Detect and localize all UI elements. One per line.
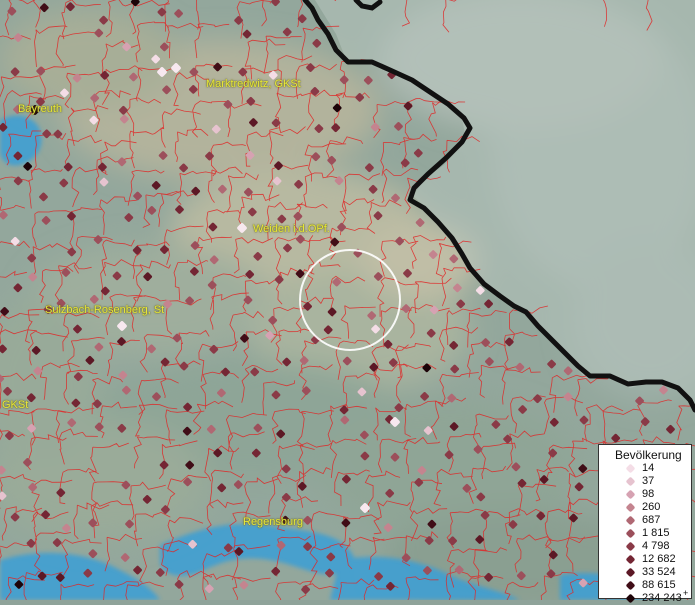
- legend-label: 687: [642, 514, 661, 526]
- population-map[interactable]: [0, 0, 695, 600]
- legend-label: 260: [642, 501, 661, 513]
- legend-item: 98: [599, 488, 691, 501]
- legend-item: 33 524: [599, 566, 691, 579]
- legend-label: 234 243: [642, 592, 682, 604]
- legend-swatch-icon: [625, 476, 636, 487]
- legend-label: 88 615: [642, 579, 676, 591]
- legend-swatch-icon: [625, 489, 636, 500]
- legend-label: 4 798: [642, 540, 670, 552]
- legend-item: 88 615: [599, 579, 691, 592]
- legend-item: 4 798: [599, 540, 691, 553]
- legend-title: Bevölkerung: [615, 448, 682, 462]
- place-label-weiden[interactable]: Weiden i.d.OPf.: [253, 223, 330, 235]
- legend-item: 687: [599, 514, 691, 527]
- terrain-background: [0, 0, 695, 600]
- legend-swatch-icon: [625, 502, 636, 513]
- legend-swatch-icon: [625, 580, 636, 591]
- legend-item: 14: [599, 462, 691, 475]
- legend-swatch-icon: [625, 541, 636, 552]
- place-label-regensburg[interactable]: Regensburg: [243, 516, 303, 528]
- legend-label: 98: [642, 488, 655, 500]
- legend-overflow-marker: +: [683, 588, 689, 598]
- legend-swatch-icon: [625, 515, 636, 526]
- legend-item: 1 815: [599, 527, 691, 540]
- legend-swatch-icon: [625, 554, 636, 565]
- legend-label: 33 524: [642, 566, 676, 578]
- legend-label: 14: [642, 462, 655, 474]
- legend-label: 37: [642, 475, 655, 487]
- legend-swatch-icon: [625, 528, 636, 539]
- legend-item: 37: [599, 475, 691, 488]
- legend-item: 234 243 +: [599, 588, 691, 605]
- legend-swatch-icon: [625, 567, 636, 578]
- legend-item: 12 682: [599, 553, 691, 566]
- place-label-gkst[interactable]: GKSt: [2, 399, 28, 411]
- population-legend: Bevölkerung 14 37 98 260 687 1 815 4 798…: [598, 444, 692, 604]
- place-label-marktredwitz[interactable]: Marktredwitz, GKSt: [206, 78, 301, 90]
- legend-item: 260: [599, 501, 691, 514]
- legend-swatch-icon: [625, 593, 636, 604]
- legend-swatch-icon: [625, 463, 636, 474]
- legend-label: 12 682: [642, 553, 676, 565]
- place-label-sulzbach-rosenberg[interactable]: Sulzbach-Rosenberg, St: [45, 304, 164, 316]
- legend-label: 1 815: [642, 527, 670, 539]
- place-label-bayreuth[interactable]: Bayreuth: [18, 103, 62, 115]
